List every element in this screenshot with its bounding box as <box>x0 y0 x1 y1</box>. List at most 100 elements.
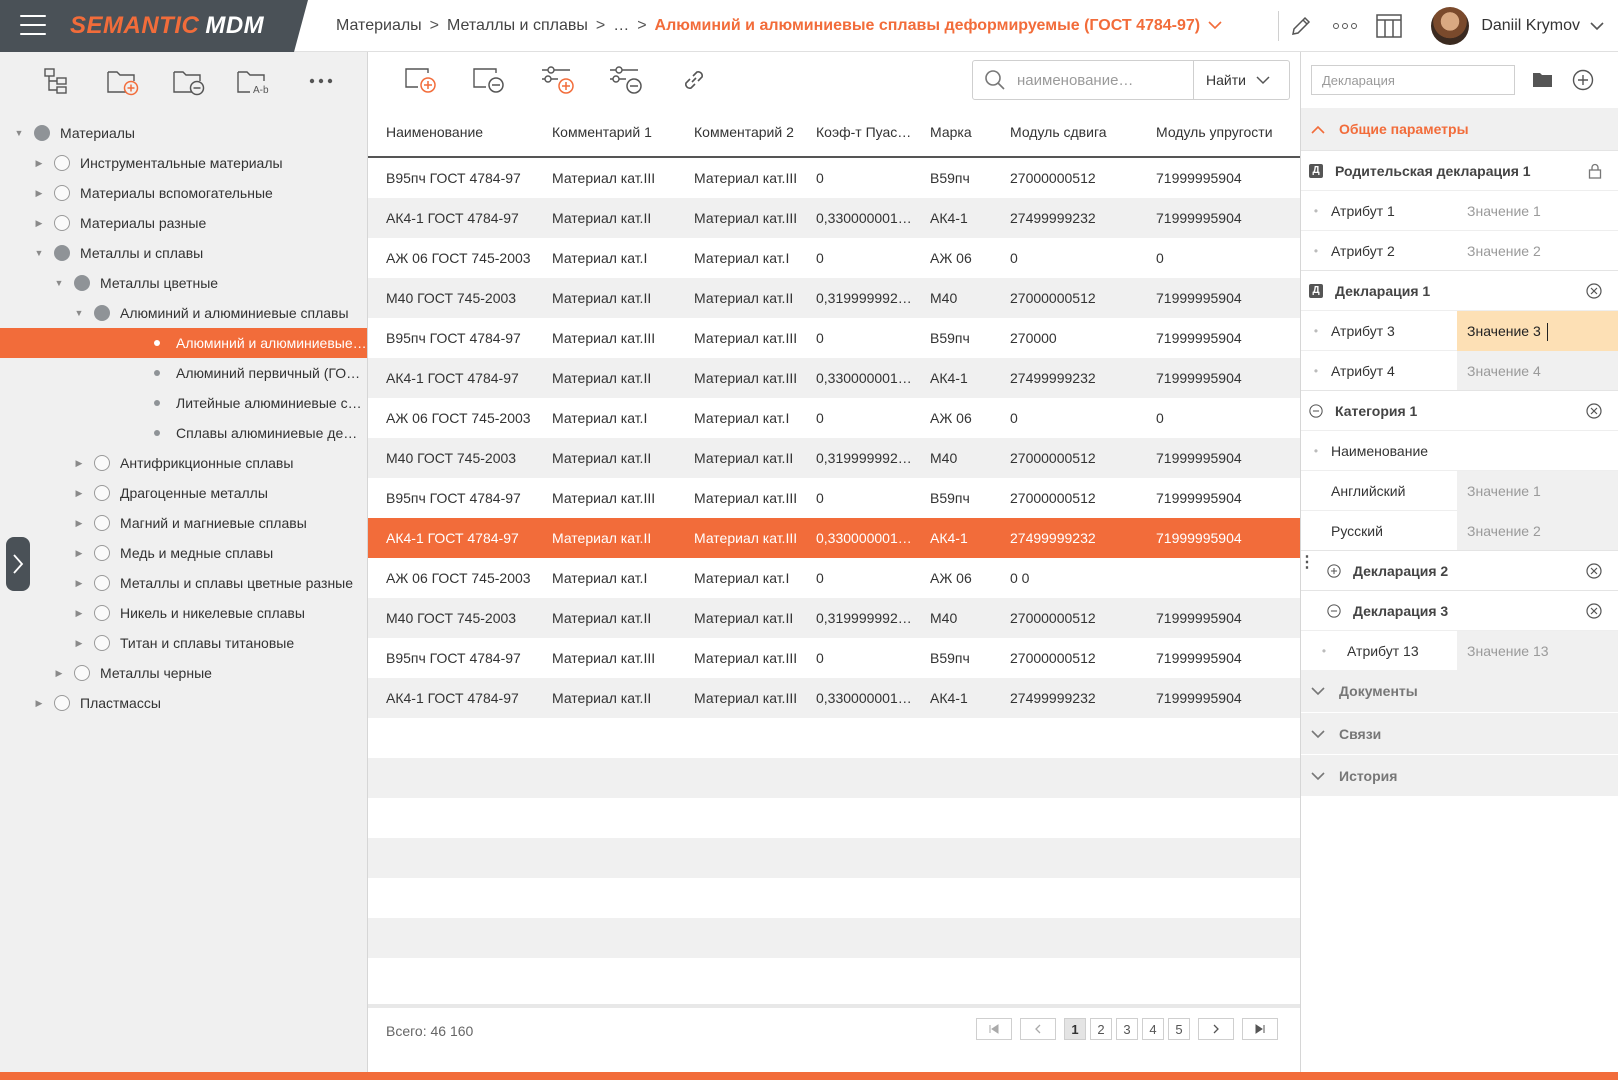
tree-item[interactable]: Сплавы алюминиевые деформируемые <box>0 418 367 448</box>
table-row[interactable]: В95пч ГОСТ 4784-97 Материал кат.III Матери… <box>368 638 1300 678</box>
tree-item[interactable]: ▼ Металлы и сплавы <box>0 238 367 268</box>
tree-item[interactable]: Алюминий первичный (ГОСТ) <box>0 358 367 388</box>
folder-sort-icon[interactable]: A-b <box>222 56 288 106</box>
more-icon[interactable] <box>288 56 354 106</box>
expanded-arrow-icon[interactable]: ▼ <box>14 128 24 138</box>
collapsed-arrow-icon[interactable]: ▶ <box>74 518 84 529</box>
tree-item[interactable]: ▶ Магний и магниевые сплавы <box>0 508 367 538</box>
section-documents[interactable]: Документы <box>1301 670 1618 712</box>
attribute-value-input[interactable]: Значение 3 <box>1457 310 1618 351</box>
remove-row-icon[interactable] <box>456 56 524 104</box>
collapsed-arrow-icon[interactable]: ▶ <box>34 158 44 169</box>
tree-item[interactable]: ▶ Никель и никелевые сплавы <box>0 598 367 628</box>
tree-item[interactable]: Алюминий и алюминиевые сплавы деформируе… <box>0 328 367 358</box>
section-history[interactable]: История <box>1301 754 1618 796</box>
collapsed-arrow-icon[interactable]: ▶ <box>74 548 84 559</box>
column-header[interactable]: Комментарий 1 <box>534 124 676 140</box>
tree-item[interactable]: ▶ Металлы и сплавы цветные разные <box>0 568 367 598</box>
close-circle-icon[interactable] <box>1586 403 1602 422</box>
prev-page-icon[interactable] <box>1020 1018 1056 1040</box>
table-row[interactable]: АК4-1 ГОСТ 4784-97 Материал кат.II Материа… <box>368 518 1300 558</box>
tree-structure-icon[interactable] <box>24 56 90 106</box>
more-icon[interactable] <box>1323 0 1367 52</box>
column-header[interactable]: Наименование <box>368 124 534 140</box>
close-circle-icon[interactable] <box>1586 283 1602 302</box>
expand-panel-button[interactable] <box>6 537 30 591</box>
last-page-icon[interactable] <box>1242 1018 1278 1040</box>
tree-item[interactable]: ▶ Инструментальные материалы <box>0 148 367 178</box>
tree-item[interactable]: ▼ Металлы цветные <box>0 268 367 298</box>
collapsed-arrow-icon[interactable]: ▶ <box>74 638 84 649</box>
collapsed-arrow-icon[interactable]: ▶ <box>34 698 44 709</box>
collapsed-arrow-icon[interactable]: ▶ <box>74 608 84 619</box>
tree-item[interactable]: ▶ Антифрикционные сплавы <box>0 448 367 478</box>
collapsed-arrow-icon[interactable]: ▶ <box>74 488 84 499</box>
attribute-value-input[interactable]: Значение 4 <box>1457 350 1618 391</box>
table-row[interactable]: М40 ГОСТ 745-2003 Материал кат.II Материал… <box>368 438 1300 478</box>
tree-item[interactable]: ▶ Титан и сплавы титановые <box>0 628 367 658</box>
collapse-circle-icon[interactable] <box>1309 403 1323 418</box>
close-circle-icon[interactable] <box>1586 603 1602 622</box>
collapsed-arrow-icon[interactable]: ▶ <box>54 668 64 679</box>
column-header[interactable]: Модуль упругости <box>1138 124 1300 140</box>
breadcrumb-current[interactable]: Алюминий и алюминиевые сплавы деформируе… <box>655 17 1201 35</box>
expanded-arrow-icon[interactable]: ▼ <box>74 308 84 318</box>
link-icon[interactable] <box>660 56 728 104</box>
page-number[interactable]: 3 <box>1116 1018 1138 1040</box>
declaration-search-input[interactable] <box>1311 65 1515 95</box>
first-page-icon[interactable] <box>976 1018 1012 1040</box>
pencil-icon[interactable] <box>1279 0 1323 52</box>
table-row[interactable]: АК4-1 ГОСТ 4784-97 Материал кат.II Материа… <box>368 358 1300 398</box>
column-header[interactable]: Комментарий 2 <box>676 124 798 140</box>
expand-circle-icon[interactable] <box>1327 563 1341 578</box>
column-header[interactable]: Коэф-т Пуассона <box>798 124 912 140</box>
page-number[interactable]: 1 <box>1064 1018 1086 1040</box>
add-circle-icon[interactable] <box>1563 69 1603 91</box>
chevron-down-icon[interactable] <box>1208 19 1222 33</box>
table-row[interactable]: М40 ГОСТ 745-2003 Материал кат.II Материал… <box>368 278 1300 318</box>
collapse-circle-icon[interactable] <box>1327 603 1341 618</box>
tree-item[interactable]: ▶ Драгоценные металлы <box>0 478 367 508</box>
declaration-2[interactable]: ⋮ Декларация 2 <box>1299 550 1618 590</box>
collapsed-arrow-icon[interactable]: ▶ <box>74 458 84 469</box>
attribute-value-input[interactable]: Значение 13 <box>1457 630 1618 671</box>
table-row[interactable]: АЖ 06 ГОСТ 745-2003 Материал кат.I Материа… <box>368 558 1300 598</box>
tree-item[interactable]: ▶ Пластмассы <box>0 688 367 718</box>
tree-item[interactable]: ▶ Медь и медные сплавы <box>0 538 367 568</box>
page-number[interactable]: 5 <box>1168 1018 1190 1040</box>
table-row[interactable]: АЖ 06 ГОСТ 745-2003 Материал кат.I Материа… <box>368 238 1300 278</box>
user-menu[interactable]: Daniil Krymov <box>1411 0 1618 52</box>
table-row[interactable]: АЖ 06 ГОСТ 745-2003 Материал кат.I Материа… <box>368 398 1300 438</box>
category-1[interactable]: Категория 1 <box>1301 390 1618 430</box>
next-page-icon[interactable] <box>1198 1018 1234 1040</box>
tree-item[interactable]: ▶ Металлы черные <box>0 658 367 688</box>
table-row[interactable]: М40 ГОСТ 745-2003 Материал кат.II Материал… <box>368 598 1300 638</box>
collapsed-arrow-icon[interactable]: ▶ <box>34 218 44 229</box>
drag-handle-icon[interactable]: ⋮ <box>1299 555 1315 571</box>
folder-open-icon[interactable] <box>1523 71 1563 89</box>
close-circle-icon[interactable] <box>1586 563 1602 582</box>
declaration-1[interactable]: Д Декларация 1 <box>1301 270 1618 310</box>
page-number[interactable]: 4 <box>1142 1018 1164 1040</box>
breadcrumb-ellipsis[interactable]: … <box>613 17 629 35</box>
tree-item[interactable]: ▼ Алюминий и алюминиевые сплавы <box>0 298 367 328</box>
table-row[interactable]: В95пч ГОСТ 4784-97 Материал кат.III Матери… <box>368 158 1300 198</box>
tree-item[interactable]: ▶ Материалы вспомогательные <box>0 178 367 208</box>
section-general[interactable]: Общие параметры <box>1301 108 1618 150</box>
folder-add-icon[interactable] <box>90 56 156 106</box>
parent-declaration[interactable]: Д Родительская декларация 1 <box>1301 150 1618 190</box>
add-row-icon[interactable] <box>388 56 456 104</box>
folder-remove-icon[interactable] <box>156 56 222 106</box>
table-row[interactable]: АК4-1 ГОСТ 4784-97 Материал кат.II Материа… <box>368 198 1300 238</box>
add-filter-icon[interactable] <box>524 56 592 104</box>
declaration-3[interactable]: Декларация 3 <box>1301 590 1618 630</box>
expanded-arrow-icon[interactable]: ▼ <box>34 248 44 258</box>
breadcrumb-item[interactable]: Материалы <box>336 17 422 35</box>
section-links[interactable]: Связи <box>1301 712 1618 754</box>
remove-filter-icon[interactable] <box>592 56 660 104</box>
expanded-arrow-icon[interactable]: ▼ <box>54 278 64 288</box>
tree-item[interactable]: ▶ Материалы разные <box>0 208 367 238</box>
attribute-value-input[interactable]: Значение 2 <box>1457 510 1618 551</box>
tree-item[interactable]: ▼ Материалы <box>0 118 367 148</box>
tree-item[interactable]: Литейные алюминиевые сплавы <box>0 388 367 418</box>
